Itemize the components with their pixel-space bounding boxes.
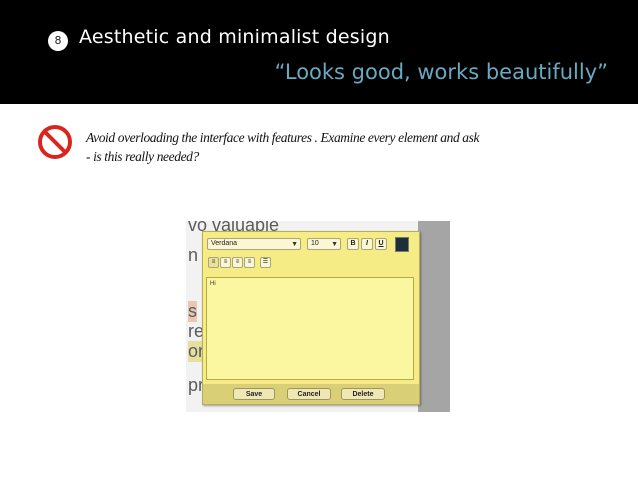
slide-header: 8 Aesthetic and minimalist design “Looks… (0, 0, 638, 104)
slide-title: Aesthetic and minimalist design (79, 26, 390, 48)
align-right-button[interactable]: ≡ (232, 257, 243, 268)
note-editor: Verdana ▼ 10 ▼ B I U ≡ ≡ ≡ ≡ ☰ Hi Save C… (202, 231, 420, 405)
align-left-button[interactable]: ≡ (208, 257, 219, 268)
editor-screenshot: vo valuable n s re or pr Verdana ▼ 10 ▼ … (186, 221, 450, 412)
align-center-button[interactable]: ≡ (220, 257, 231, 268)
body-text: Avoid overloading the interface with fea… (86, 128, 606, 166)
slide-subtitle: “Looks good, works beautifully” (274, 60, 608, 84)
color-picker[interactable] (395, 237, 409, 252)
font-select[interactable]: Verdana ▼ (207, 238, 301, 250)
action-bar: Save Cancel Delete (203, 384, 419, 404)
bold-button[interactable]: B (347, 238, 359, 250)
note-text: Hi (210, 281, 216, 287)
delete-button[interactable]: Delete (341, 388, 385, 400)
cancel-button[interactable]: Cancel (287, 388, 331, 400)
italic-button[interactable]: I (361, 238, 373, 250)
list-button[interactable]: ☰ (260, 257, 271, 268)
body-line-2: - is this really needed? (86, 149, 199, 164)
background-text: n (188, 245, 199, 265)
dropdown-arrow-icon: ▼ (331, 241, 338, 248)
background-text: s (188, 301, 197, 322)
save-button[interactable]: Save (233, 388, 275, 400)
body-line-1: Avoid overloading the interface with fea… (86, 130, 480, 145)
prohibition-icon (38, 125, 72, 159)
size-select[interactable]: 10 ▼ (307, 238, 341, 250)
font-select-value: Verdana (211, 240, 238, 247)
underline-button[interactable]: U (375, 238, 387, 250)
dropdown-arrow-icon: ▼ (291, 241, 298, 248)
slide-number: 8 (48, 31, 68, 51)
side-panel (418, 221, 450, 412)
size-select-value: 10 (311, 240, 319, 247)
justify-button[interactable]: ≡ (244, 257, 255, 268)
note-text-area[interactable]: Hi (206, 277, 414, 380)
